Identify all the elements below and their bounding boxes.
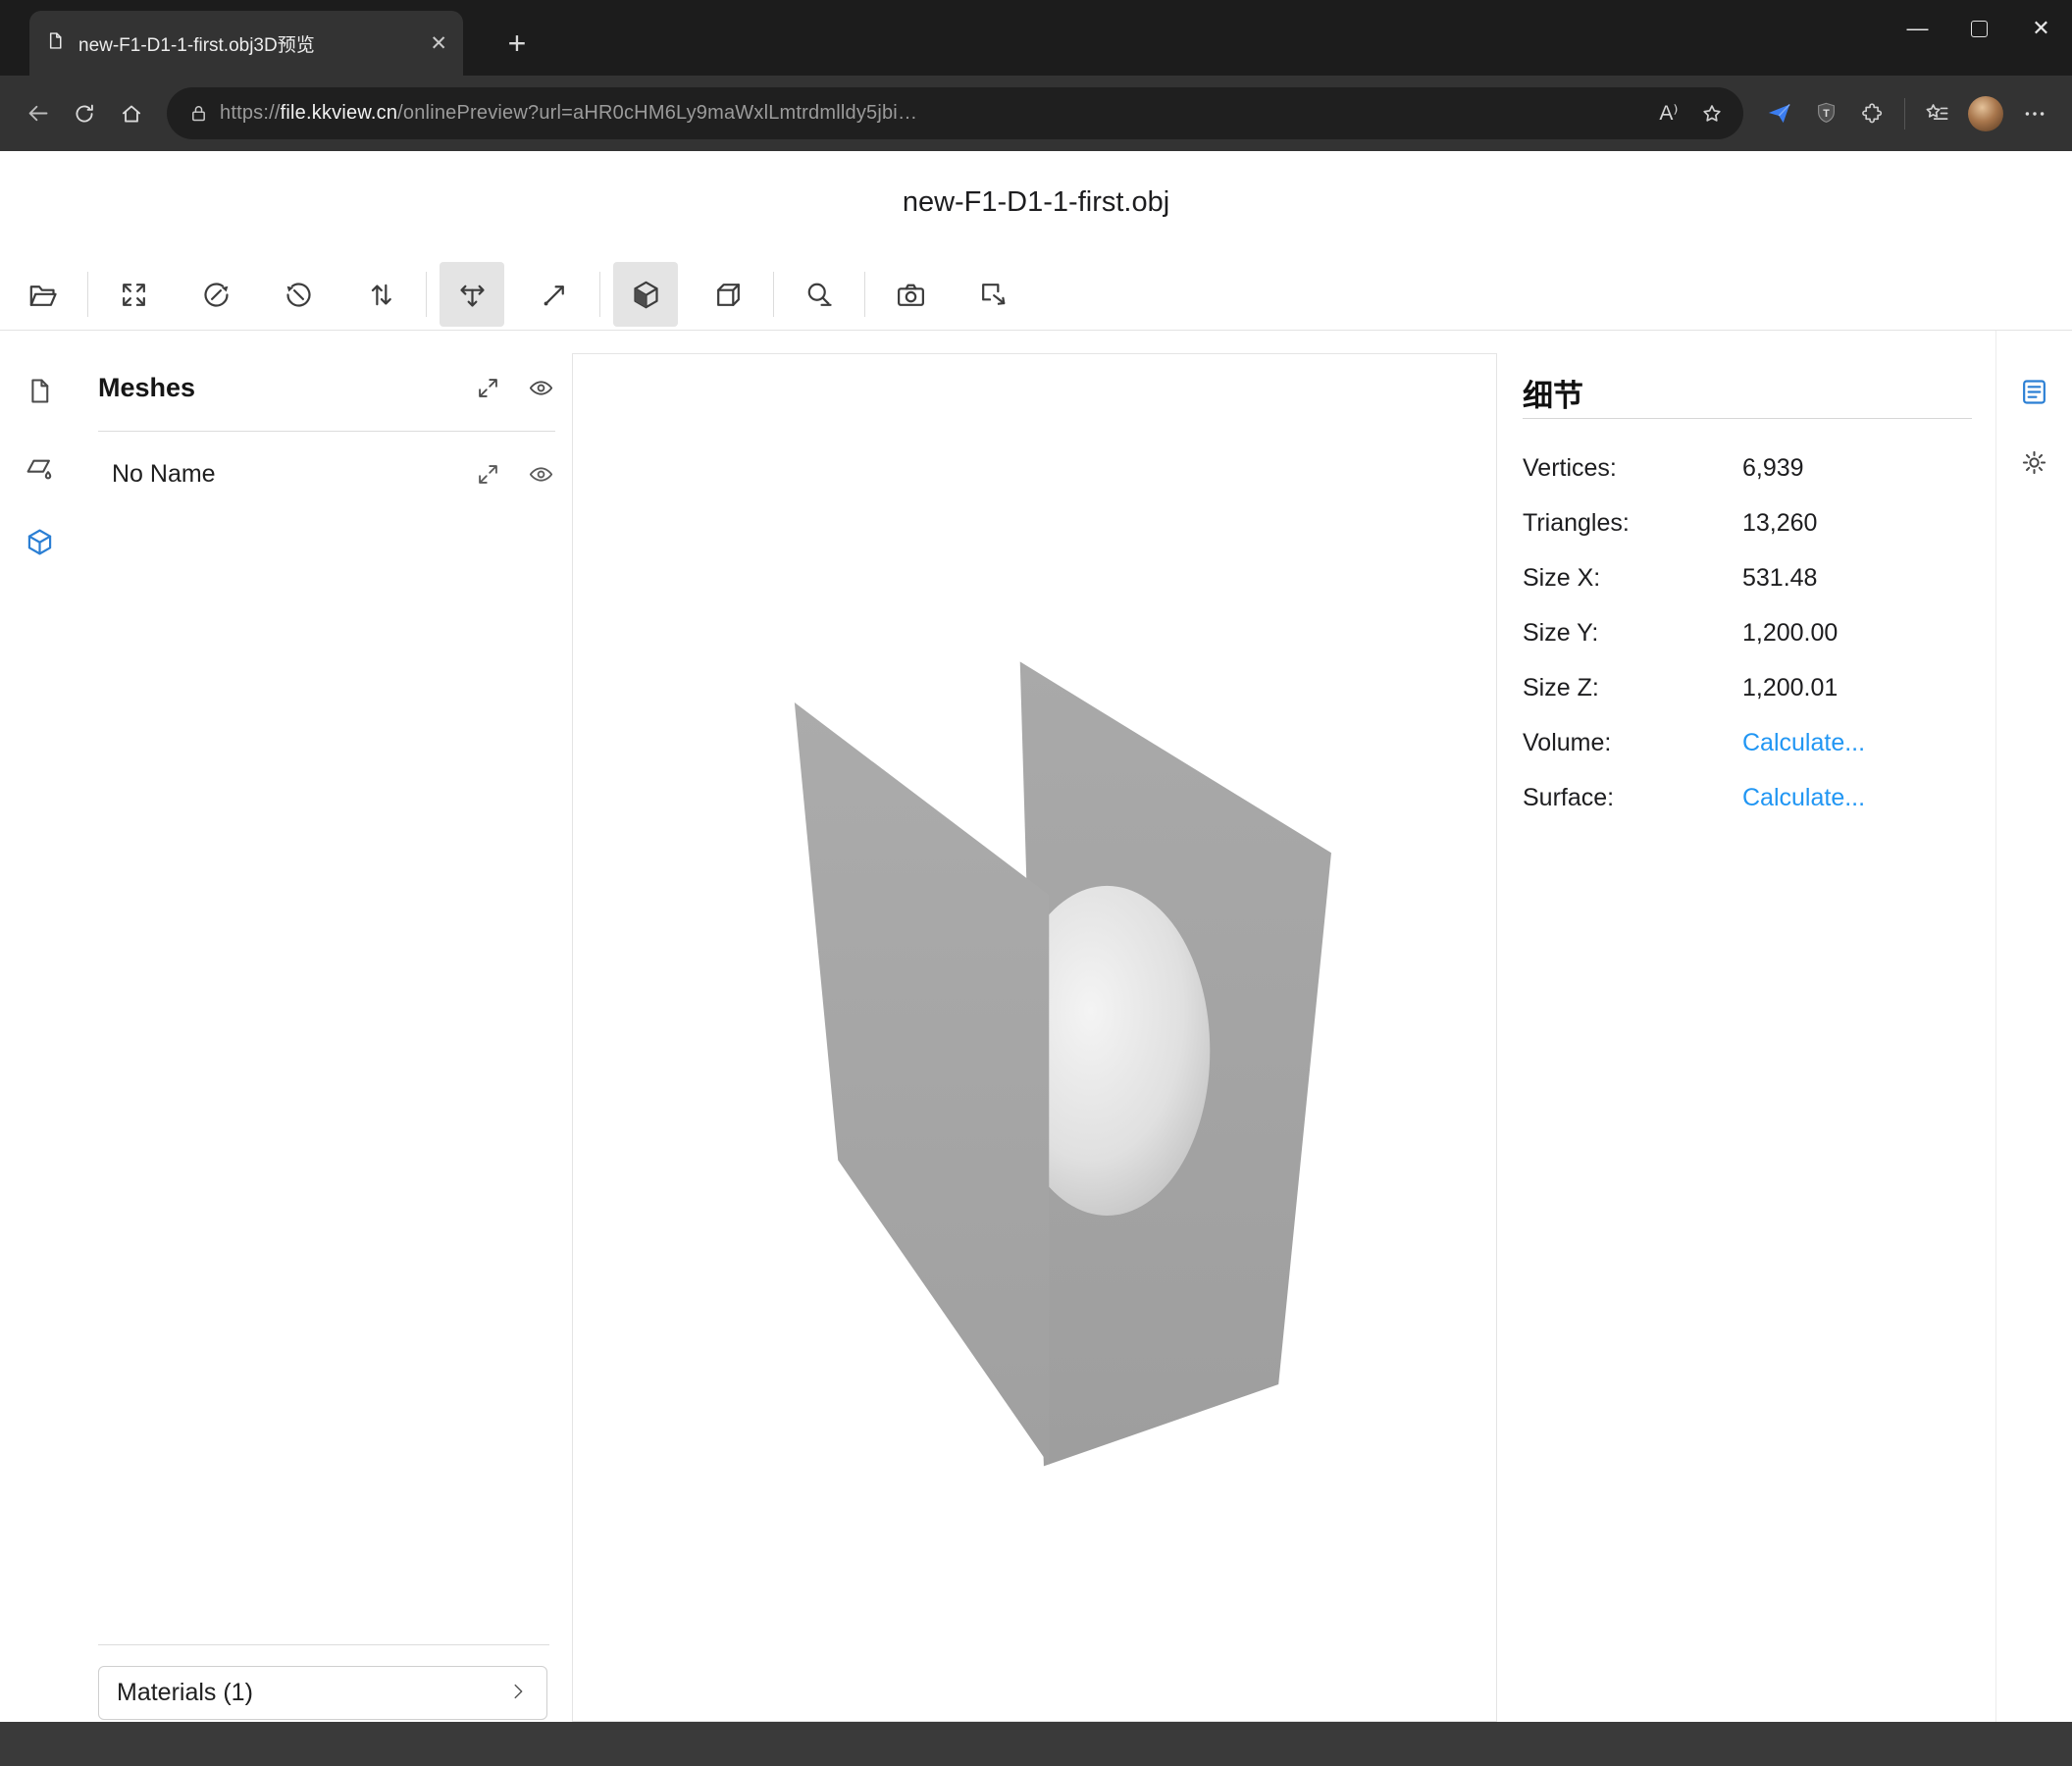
browser-titlebar: new-F1-D1-1-first.obj3D预览 ✕ + — ✕ [0,0,2072,76]
details-header: 细节 [1523,345,1972,418]
lock-icon[interactable] [177,92,220,135]
window-close-button[interactable]: ✕ [2010,0,2072,57]
url-host: file.kkview.cn [281,102,398,124]
detail-value: 531.48 [1742,564,1817,593]
detail-row-size-x: Size X: 531.48 [1523,550,1972,605]
viewer-toolbar [0,261,1034,328]
model-viewport[interactable] [572,353,1497,1722]
visibility-all-icon[interactable] [526,374,555,403]
url-path: /onlinePreview?url=aHR0cHM6Ly9maWxlLmtrd… [397,102,917,124]
toolbar-bottom-divider [0,330,2072,331]
meshes-header: Meshes [98,345,555,432]
url-scheme: https:// [220,102,281,124]
materials-tab[interactable] [0,429,78,504]
open-file-button[interactable] [10,262,75,327]
detail-row-surface: Surface: Calculate... [1523,770,1972,825]
detail-value: 1,200.01 [1742,674,1838,702]
meshes-title: Meshes [98,373,449,403]
materials-button[interactable]: Materials (1) [98,1666,547,1720]
toolbar-separator [87,272,88,317]
browser-navbar: https://file.kkview.cn/onlinePreview?url… [0,76,2072,151]
left-rail [0,353,78,580]
fit-all-icon[interactable] [473,374,502,403]
browser-tab[interactable]: new-F1-D1-1-first.obj3D预览 ✕ [29,11,463,76]
detail-row-triangles: Triangles: 13,260 [1523,495,1972,550]
screenshot-button[interactable] [878,262,943,327]
url-text[interactable]: https://file.kkview.cn/onlinePreview?url… [220,102,1647,125]
meshes-panel: Meshes No Name Materials (1) [98,345,555,1722]
extension-bird-icon[interactable] [1755,90,1802,137]
detail-row-size-y: Size Y: 1,200.00 [1523,605,1972,660]
favorites-hub-icon[interactable] [1913,90,1960,137]
toolbar-divider [1904,98,1905,130]
detail-label: Vertices: [1523,454,1742,483]
detail-value: 13,260 [1742,509,1817,538]
mesh-list-item[interactable]: No Name [98,432,555,516]
orthographic-view-button[interactable] [696,262,760,327]
details-list-tab[interactable] [1996,356,2072,427]
volume-calculate-link[interactable]: Calculate... [1742,729,1865,757]
detail-label: Surface: [1523,784,1742,812]
tab-close-icon[interactable]: ✕ [430,31,447,56]
favorite-star-button[interactable] [1690,92,1734,135]
detail-row-size-z: Size Z: 1,200.01 [1523,660,1972,715]
details-panel: 细节 Vertices: 6,939 Triangles: 13,260 Siz… [1523,345,1972,825]
toolbar-separator [864,272,865,317]
detail-value: 1,200.00 [1742,619,1838,648]
read-aloud-button[interactable]: A⁾ [1647,92,1690,135]
mesh-name: No Name [112,460,449,489]
extension-shield-icon[interactable]: T [1802,90,1849,137]
detail-value: 6,939 [1742,454,1804,483]
toolbar-separator [426,272,427,317]
materials-button-label: Materials (1) [117,1679,507,1707]
detail-label: Size Z: [1523,674,1742,702]
line-measure-button[interactable] [522,262,587,327]
settings-gear-tab[interactable] [1996,427,2072,497]
window-bottom-edge [0,1722,2072,1766]
measure-tool-button[interactable] [787,262,852,327]
refresh-button[interactable] [61,90,108,137]
right-rail [1995,331,2072,1722]
detail-label: Triangles: [1523,509,1742,538]
window-maximize-button[interactable] [1948,0,2010,57]
model-plane-left [795,702,1049,1465]
fit-screen-button[interactable] [101,262,166,327]
file-info-tab[interactable] [0,353,78,429]
details-divider [1523,418,1972,419]
move-tool-button[interactable] [440,262,504,327]
home-button[interactable] [108,90,155,137]
back-button[interactable] [14,90,61,137]
chevron-right-icon [507,1681,529,1705]
perspective-view-button[interactable] [613,262,678,327]
model-cube-tab[interactable] [0,504,78,580]
visibility-mesh-icon[interactable] [526,459,555,489]
new-tab-button[interactable]: + [495,24,539,63]
export-model-button[interactable] [960,262,1025,327]
rotate-horizontal-button[interactable] [183,262,248,327]
fit-mesh-icon[interactable] [473,459,502,489]
maximize-icon [1971,21,1988,37]
toolbar-separator [773,272,774,317]
address-bar[interactable]: https://file.kkview.cn/onlinePreview?url… [167,87,1743,139]
tab-title: new-F1-D1-1-first.obj3D预览 [78,30,420,57]
tab-favicon-icon [45,30,66,56]
detail-label: Volume: [1523,729,1742,757]
window-minimize-button[interactable]: — [1887,0,1948,57]
page-content: new-F1-D1-1-first.obj [0,151,2072,1722]
detail-row-volume: Volume: Calculate... [1523,715,1972,770]
surface-calculate-link[interactable]: Calculate... [1742,784,1865,812]
model-render [573,354,1496,1721]
detail-label: Size X: [1523,564,1742,593]
shield-letter: T [1823,108,1830,120]
more-options-button[interactable] [2011,90,2058,137]
profile-avatar[interactable] [1968,96,2003,131]
meshes-panel-footer: Materials (1) [98,1644,549,1720]
toolbar-separator [599,272,600,317]
detail-label: Size Y: [1523,619,1742,648]
page-title: new-F1-D1-1-first.obj [0,186,2072,219]
detail-row-vertices: Vertices: 6,939 [1523,441,1972,495]
extensions-puzzle-icon[interactable] [1849,90,1896,137]
rotate-vertical-button[interactable] [266,262,331,327]
swap-vertical-button[interactable] [348,262,413,327]
